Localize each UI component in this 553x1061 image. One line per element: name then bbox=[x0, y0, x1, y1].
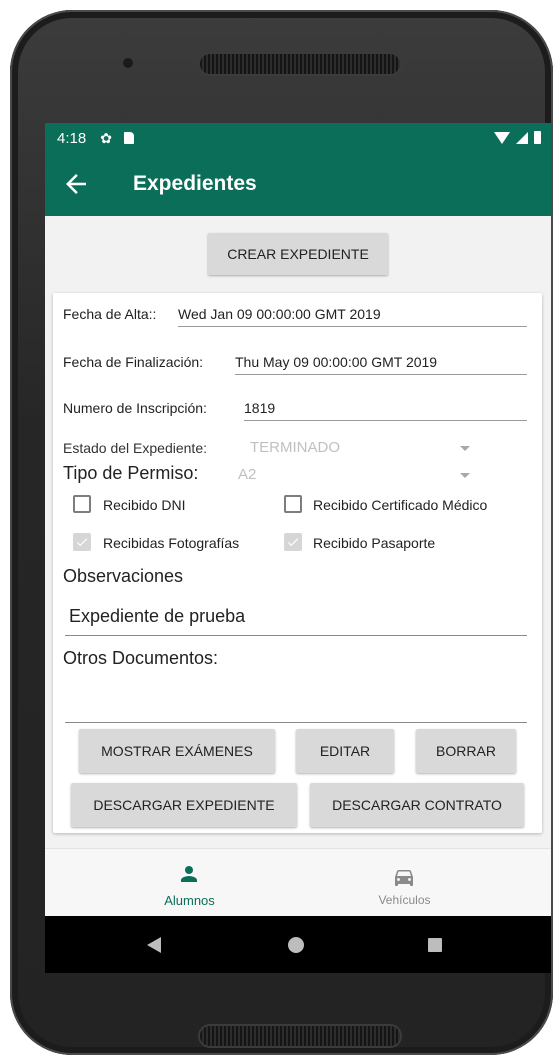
recibido-certificado-checkbox[interactable] bbox=[284, 495, 302, 513]
recibido-certificado-label: Recibido Certificado Médico bbox=[313, 497, 488, 513]
sd-card-icon bbox=[123, 132, 134, 144]
mostrar-examenes-button[interactable]: MOSTRAR EXÁMENES bbox=[79, 729, 275, 773]
estado-dropdown-arrow-icon[interactable] bbox=[460, 446, 470, 451]
recibidas-fotografias-label: Recibidas Fotografías bbox=[103, 535, 240, 551]
person-icon bbox=[181, 866, 197, 882]
fecha-finalizacion-label: Fecha de Finalización: bbox=[63, 354, 204, 370]
earpiece-speaker bbox=[200, 54, 400, 74]
bottom-navigation: Alumnos Vehículos bbox=[45, 848, 551, 916]
settings-gear-icon: ✿ bbox=[100, 129, 112, 146]
recibido-dni-label: Recibido DNI bbox=[103, 497, 186, 513]
nav-item-vehiculos[interactable]: Vehículos bbox=[278, 849, 531, 917]
back-arrow-icon[interactable] bbox=[61, 169, 91, 199]
recibidas-fotografias-checkbox[interactable] bbox=[73, 533, 91, 551]
borrar-button[interactable]: BORRAR bbox=[416, 729, 516, 773]
nav-label-vehiculos: Vehículos bbox=[378, 893, 431, 907]
fecha-finalizacion-field[interactable]: Thu May 09 00:00:00 GMT 2019 bbox=[235, 354, 527, 375]
observaciones-field[interactable]: Expediente de prueba bbox=[65, 606, 527, 636]
bottom-speaker bbox=[200, 1026, 400, 1046]
fecha-alta-label: Fecha de Alta:: bbox=[63, 306, 157, 322]
otros-documentos-label: Otros Documentos: bbox=[63, 648, 219, 668]
status-time: 4:18 bbox=[57, 129, 87, 147]
recibido-pasaporte-label: Recibido Pasaporte bbox=[313, 535, 436, 551]
car-icon bbox=[395, 870, 413, 886]
create-expediente-button[interactable]: CREAR EXPEDIENTE bbox=[208, 233, 388, 275]
observaciones-label: Observaciones bbox=[63, 566, 184, 586]
front-camera bbox=[123, 58, 133, 68]
page-title: Expedientes bbox=[133, 172, 257, 195]
app-bar: Expedientes bbox=[45, 153, 551, 216]
fecha-alta-field[interactable]: Wed Jan 09 00:00:00 GMT 2019 bbox=[178, 306, 527, 327]
status-icons bbox=[494, 131, 541, 144]
check-icon bbox=[287, 538, 299, 547]
estado-expediente-label: Estado del Expediente: bbox=[63, 440, 207, 456]
status-bar: 4:18 ✿ bbox=[45, 123, 551, 153]
descargar-contrato-button[interactable]: DESCARGAR CONTRATO bbox=[310, 783, 524, 827]
descargar-expediente-button[interactable]: DESCARGAR EXPEDIENTE bbox=[71, 783, 297, 827]
recibido-pasaporte-checkbox[interactable] bbox=[284, 533, 302, 551]
estado-expediente-spinner[interactable]: TERMINADO bbox=[250, 439, 340, 456]
wifi-icon bbox=[494, 131, 510, 144]
signal-icon bbox=[516, 131, 528, 144]
system-home-icon[interactable] bbox=[288, 937, 304, 953]
system-navigation-bar bbox=[45, 916, 551, 973]
system-recents-icon[interactable] bbox=[428, 938, 442, 952]
battery-icon bbox=[534, 131, 541, 144]
check-icon bbox=[76, 538, 88, 547]
otros-documentos-field[interactable] bbox=[65, 688, 527, 723]
screen: 4:18 ✿ Expedientes CREAR EXPEDIENTE Fech… bbox=[45, 123, 551, 973]
editar-button[interactable]: EDITAR bbox=[296, 729, 394, 773]
tipo-permiso-label: Tipo de Permiso: bbox=[63, 463, 199, 483]
tipo-dropdown-arrow-icon[interactable] bbox=[460, 473, 470, 478]
recibido-dni-checkbox[interactable] bbox=[73, 495, 91, 513]
system-back-icon[interactable] bbox=[147, 937, 161, 953]
numero-inscripcion-label: Numero de Inscripción: bbox=[63, 400, 207, 416]
phone-frame: 4:18 ✿ Expedientes CREAR EXPEDIENTE Fech… bbox=[10, 10, 553, 1055]
expediente-card: Fecha de Alta:: Wed Jan 09 00:00:00 GMT … bbox=[53, 293, 542, 833]
tipo-permiso-spinner[interactable]: A2 bbox=[238, 466, 256, 483]
numero-inscripcion-field[interactable]: 1819 bbox=[244, 400, 527, 421]
